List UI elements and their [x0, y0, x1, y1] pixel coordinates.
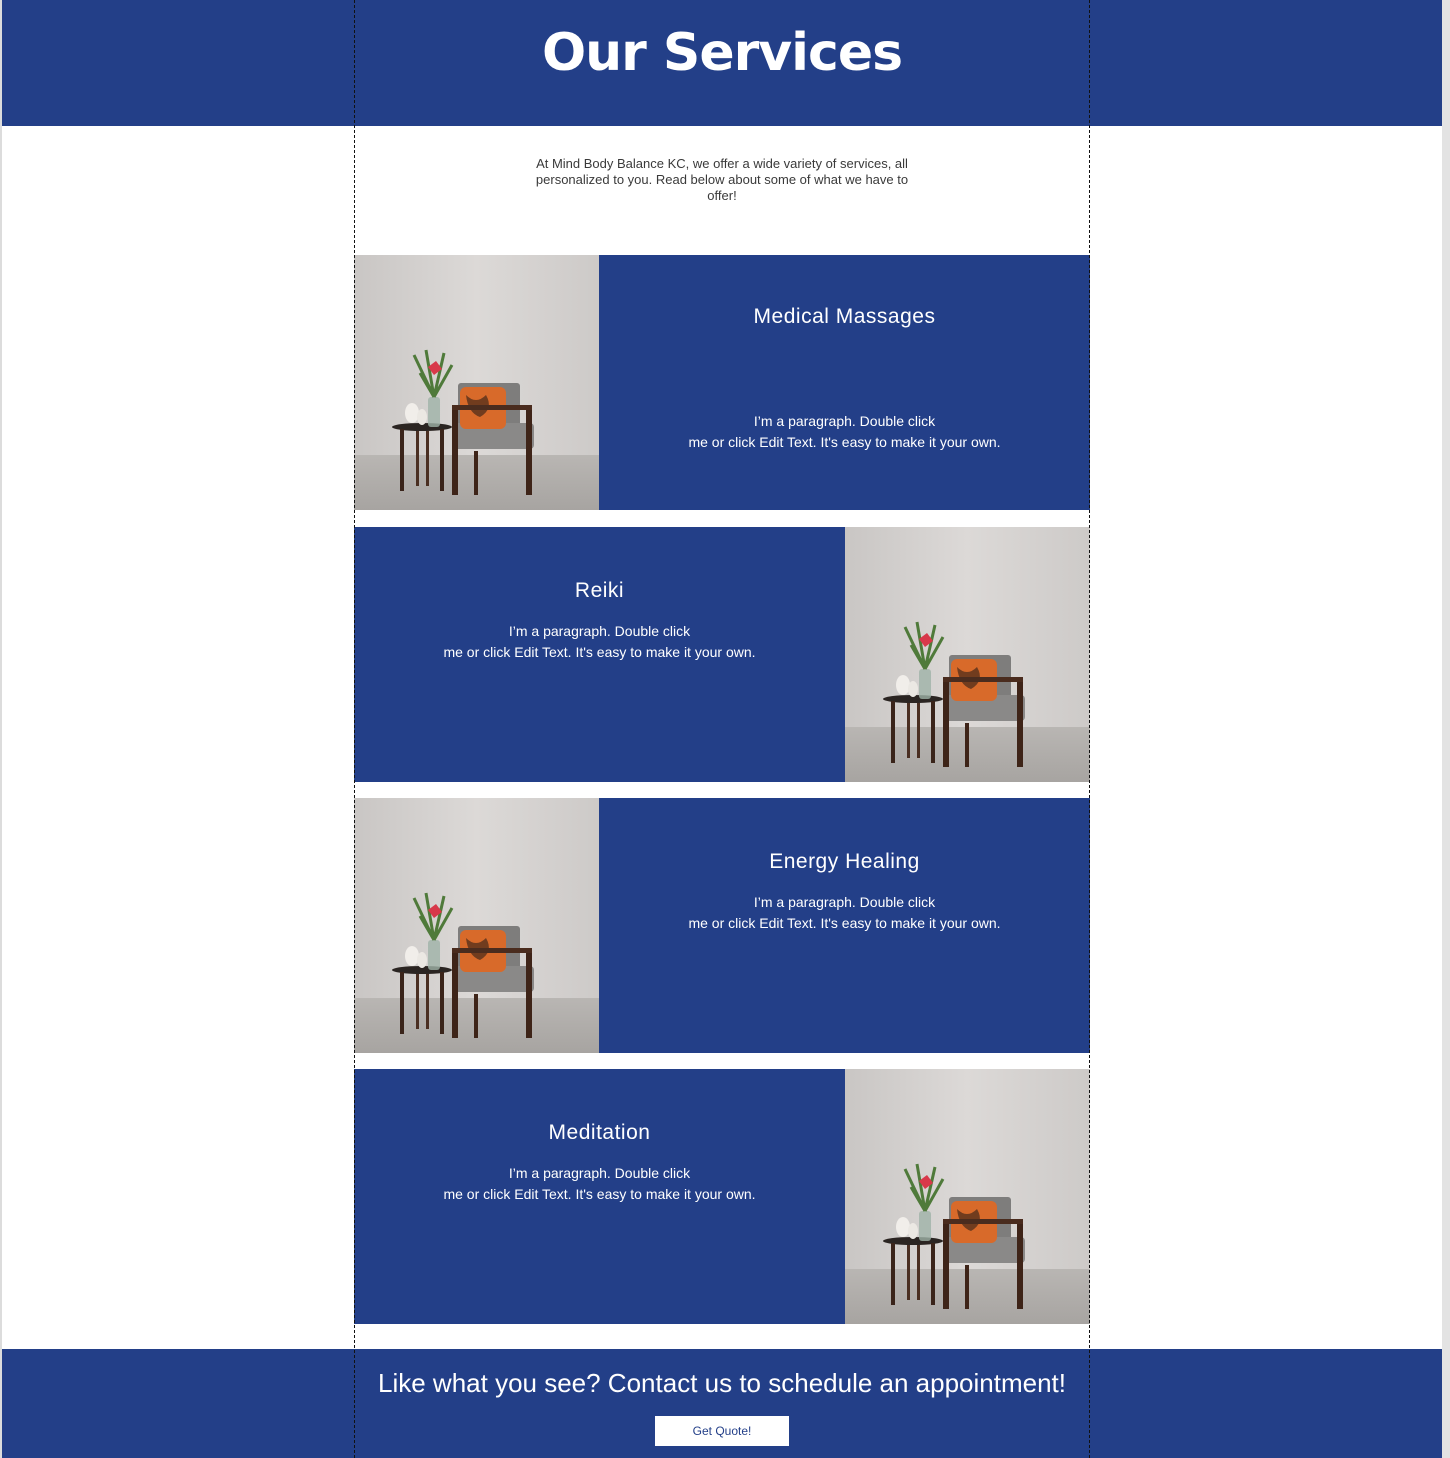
editor-guide-right: [1089, 0, 1090, 1458]
footer-cta-text: Like what you see? Contact us to schedul…: [378, 1368, 1066, 1398]
intro-paragraph: At Mind Body Balance KC, we offer a wide…: [535, 156, 909, 203]
window-edge: [1442, 0, 1450, 1458]
page: Our Services At Mind Body Balance KC, we…: [2, 0, 1442, 1458]
service-title: Reiki: [574, 579, 625, 602]
service-panel: Meditation I’m a paragraph. Double click…: [354, 1069, 845, 1324]
service-image: [354, 798, 599, 1053]
service-panel: Reiki I’m a paragraph. Double click me o…: [354, 527, 845, 782]
get-quote-button[interactable]: Get Quote!: [655, 1416, 789, 1446]
header-banner: Our Services: [2, 0, 1442, 126]
service-row-energy-healing: Energy Healing I’m a paragraph. Double c…: [354, 798, 1090, 1053]
service-panel: Energy Healing I’m a paragraph. Double c…: [599, 798, 1090, 1053]
service-title: Energy Healing: [769, 850, 920, 873]
editor-guide-left: [354, 0, 355, 1458]
service-row-meditation: Meditation I’m a paragraph. Double click…: [354, 1069, 1090, 1324]
service-image: [845, 1069, 1090, 1324]
service-description: I’m a paragraph. Double click me or clic…: [688, 894, 1001, 931]
service-title: Meditation: [548, 1121, 651, 1144]
service-image: [354, 255, 599, 510]
service-row-medical-massages: Medical Massages I’m a paragraph. Double…: [354, 255, 1090, 510]
service-image: [845, 527, 1090, 782]
service-row-reiki: Reiki I’m a paragraph. Double click me o…: [354, 527, 1090, 782]
page-title: Our Services: [541, 23, 903, 83]
service-description: I’m a paragraph. Double click me or clic…: [443, 1165, 756, 1202]
service-panel: Medical Massages I’m a paragraph. Double…: [599, 255, 1090, 510]
service-title: Medical Massages: [753, 305, 936, 328]
footer-banner: Like what you see? Contact us to schedul…: [2, 1349, 1442, 1458]
service-description: I’m a paragraph. Double click me or clic…: [443, 623, 756, 660]
service-description: I’m a paragraph. Double click me or clic…: [688, 413, 1001, 450]
